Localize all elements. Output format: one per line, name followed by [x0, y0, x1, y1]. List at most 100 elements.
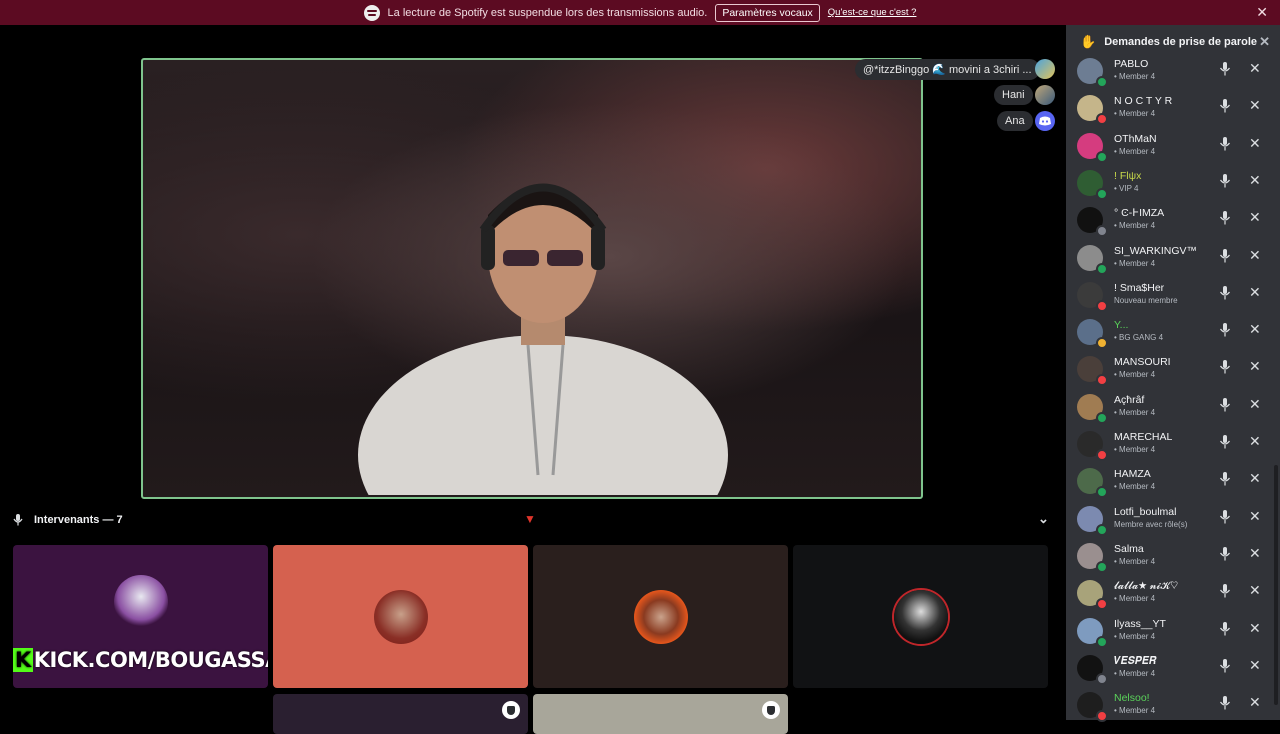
status-indicator-icon [1096, 187, 1108, 200]
request-username[interactable]: ! Sma$Her [1114, 282, 1164, 294]
request-username[interactable]: ° Ͼ-ͰIMZA [1114, 207, 1164, 219]
deny-request-close-icon[interactable]: ✕ [1249, 172, 1261, 189]
scrollbar[interactable] [1274, 465, 1278, 705]
status-indicator-icon [1096, 635, 1108, 648]
request-role: Member 4 [1114, 557, 1155, 566]
deny-request-close-icon[interactable]: ✕ [1249, 209, 1261, 226]
request-username[interactable]: 𝑽𝑬𝑺𝑷𝑬𝑹 [1114, 655, 1156, 668]
request-username[interactable]: Açħrâf [1114, 394, 1144, 406]
invite-to-speak-icon[interactable] [1218, 136, 1232, 151]
request-row[interactable]: MARECHAL Member 4 ✕ [1066, 427, 1280, 464]
request-username[interactable]: Nelsoo! [1114, 692, 1150, 704]
request-role: Nouveau membre [1114, 295, 1178, 305]
speaker-tile-bougassaa[interactable]: KKICK.COM/BOUGASSAA [13, 545, 268, 688]
deny-request-close-icon[interactable]: ✕ [1249, 545, 1261, 562]
request-username[interactable]: Ilyass__YT [1114, 618, 1166, 630]
request-username[interactable]: Lotfi_boulmal [1114, 506, 1176, 518]
deny-request-close-icon[interactable]: ✕ [1249, 247, 1261, 264]
notice-close-icon[interactable]: ✕ [1256, 4, 1268, 21]
status-indicator-icon [1096, 337, 1108, 350]
speaker-tile-6[interactable] [533, 694, 788, 734]
invite-to-speak-icon[interactable] [1218, 472, 1232, 486]
deny-request-close-icon[interactable]: ✕ [1249, 321, 1261, 338]
avatar-hani[interactable] [1035, 85, 1055, 105]
what-is-this-link[interactable]: Qu'est-ce que c'est ? [828, 7, 917, 18]
request-role: BG GANG 4 [1114, 333, 1163, 342]
deny-request-close-icon[interactable]: ✕ [1249, 470, 1261, 487]
discord-icon[interactable] [1035, 111, 1055, 131]
invite-to-speak-icon[interactable] [1218, 509, 1232, 524]
invite-to-speak-icon[interactable] [1218, 173, 1232, 188]
video-stream[interactable] [141, 58, 923, 499]
request-row[interactable]: MANSOURI Member 4 ✕ [1066, 352, 1280, 389]
request-row[interactable]: Ilyass__YT Member 4 ✕ [1066, 614, 1280, 651]
request-row[interactable]: Y... BG GANG 4 ✕ [1066, 315, 1280, 352]
speakers-header[interactable]: Intervenants — 7 ▼ ⌄ [0, 509, 1062, 531]
request-row[interactable]: HAMZA Member 4 ✕ [1066, 464, 1280, 501]
request-role: Member 4 [1114, 259, 1155, 268]
request-row[interactable]: ! Sma$Her Nouveau membre ✕ [1066, 278, 1280, 315]
request-username[interactable]: Salma [1114, 543, 1144, 555]
deny-request-close-icon[interactable]: ✕ [1249, 694, 1261, 711]
deny-request-close-icon[interactable]: ✕ [1249, 620, 1261, 637]
invite-to-speak-icon[interactable] [1218, 360, 1232, 374]
speaker-avatar [633, 589, 688, 644]
speaker-tile-5[interactable] [273, 694, 528, 734]
deny-request-close-icon[interactable]: ✕ [1249, 508, 1261, 525]
request-username[interactable]: 𝓵𝓪𝓵𝓵𝓪★ 𝓷𝓲𝓚♡ [1114, 580, 1178, 593]
chevron-down-icon[interactable]: ⌄ [1038, 511, 1049, 527]
request-row[interactable]: 𝑽𝑬𝑺𝑷𝑬𝑹Member 4 ✕ [1066, 651, 1280, 688]
invite-to-speak-icon[interactable] [1218, 397, 1232, 412]
request-username[interactable]: HAMZA [1114, 468, 1151, 480]
deny-request-close-icon[interactable]: ✕ [1249, 433, 1261, 450]
request-row[interactable]: SI_WARKINGV™ Member 4 ✕ [1066, 241, 1280, 278]
invite-to-speak-icon[interactable] [1218, 621, 1232, 636]
speaker-tile-3[interactable] [533, 545, 788, 688]
request-row[interactable]: Lotfi_boulmal Membre avec rôle(s) ✕ [1066, 502, 1280, 539]
request-username[interactable]: OThMaN [1114, 133, 1157, 145]
deny-request-close-icon[interactable]: ✕ [1249, 396, 1261, 413]
request-row[interactable]: N O C T Y R Member 4 ✕ [1066, 91, 1280, 128]
invite-to-speak-icon[interactable] [1218, 435, 1232, 449]
request-row[interactable]: Açħrâf Member 4 ✕ [1066, 390, 1280, 427]
deny-request-close-icon[interactable]: ✕ [1249, 284, 1261, 301]
invite-to-speak-icon[interactable] [1218, 323, 1232, 337]
invite-to-speak-icon[interactable] [1218, 285, 1232, 300]
voice-settings-button[interactable]: Paramètres vocaux [715, 3, 820, 22]
request-username[interactable]: PABLO [1114, 58, 1148, 70]
deny-request-close-icon[interactable]: ✕ [1249, 657, 1261, 674]
request-username[interactable]: Y... [1114, 319, 1128, 331]
request-username[interactable]: MARECHAL [1114, 431, 1172, 443]
request-role: Membre avec rôle(s) [1114, 519, 1188, 529]
spotify-icon [363, 4, 380, 21]
panel-close-icon[interactable]: ✕ [1259, 34, 1270, 50]
request-row[interactable]: PABLO Member 4 ✕ [1066, 54, 1280, 91]
invite-to-speak-icon[interactable] [1218, 99, 1232, 113]
deny-request-close-icon[interactable]: ✕ [1249, 358, 1261, 375]
invite-to-speak-icon[interactable] [1218, 584, 1232, 598]
deny-request-close-icon[interactable]: ✕ [1249, 60, 1261, 77]
invite-to-speak-icon[interactable] [1218, 248, 1232, 263]
request-row[interactable]: ° Ͼ-ͰIMZA Member 4 ✕ [1066, 203, 1280, 240]
request-username[interactable]: N O C T Y R [1114, 95, 1172, 107]
invite-to-speak-icon[interactable] [1218, 658, 1232, 673]
request-row[interactable]: Salma Member 4 ✕ [1066, 539, 1280, 576]
request-username[interactable]: SI_WARKINGV™ [1114, 245, 1197, 257]
spotify-notice-bar: La lecture de Spotify est suspendue lors… [0, 0, 1280, 25]
chat-avatar[interactable] [1035, 59, 1055, 79]
invite-to-speak-icon[interactable] [1218, 696, 1232, 710]
request-username[interactable]: MANSOURI [1114, 356, 1171, 368]
request-row[interactable]: OThMaN Member 4 ✕ [1066, 129, 1280, 166]
deny-request-close-icon[interactable]: ✕ [1249, 97, 1261, 114]
request-username[interactable]: ! Flψx [1114, 170, 1141, 182]
deny-request-close-icon[interactable]: ✕ [1249, 582, 1261, 599]
invite-to-speak-icon[interactable] [1218, 211, 1232, 225]
request-row[interactable]: 𝓵𝓪𝓵𝓵𝓪★ 𝓷𝓲𝓚♡Member 4 ✕ [1066, 576, 1280, 613]
invite-to-speak-icon[interactable] [1218, 62, 1232, 76]
invite-to-speak-icon[interactable] [1218, 546, 1232, 561]
deny-request-close-icon[interactable]: ✕ [1249, 135, 1261, 152]
speaker-tile-2[interactable] [273, 545, 528, 688]
status-indicator-icon [1096, 113, 1108, 126]
request-row[interactable]: ! Flψx VIP 4 ✕ [1066, 166, 1280, 203]
speaker-tile-4[interactable] [793, 545, 1048, 688]
